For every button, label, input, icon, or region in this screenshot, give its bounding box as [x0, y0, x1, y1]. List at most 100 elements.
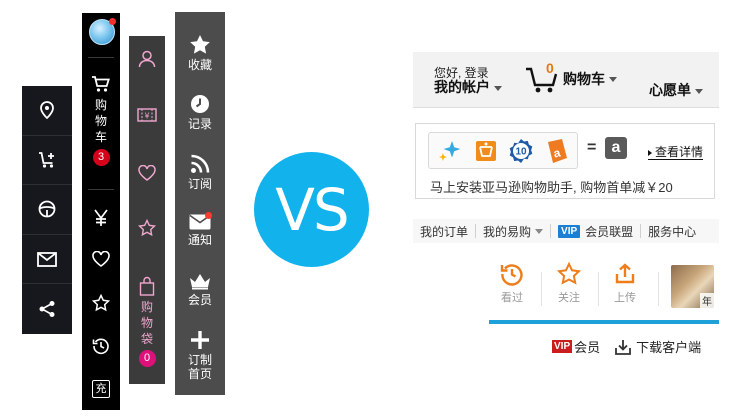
follow-button[interactable]: 关注 — [547, 262, 591, 305]
sidebar-bag-button[interactable]: 购 物 袋 0 — [129, 276, 165, 367]
records-button[interactable]: 记录 — [175, 94, 225, 131]
sidebar-cart-button[interactable]: 购 物 车 3 — [82, 75, 120, 166]
wishlist-menu[interactable]: 心愿单 — [649, 80, 703, 100]
favorite-button[interactable] — [129, 165, 165, 181]
upload-button[interactable]: 上传 — [603, 262, 647, 305]
upload-label: 上传 — [614, 292, 636, 304]
share-icon — [39, 301, 55, 318]
history-icon — [92, 338, 109, 355]
location-button[interactable] — [22, 86, 72, 136]
records-label: 记录 — [187, 117, 212, 131]
vip-member-link[interactable]: VIP 会员 — [552, 337, 600, 356]
chevron-down-icon — [494, 85, 502, 91]
coupon-icon: ¥ — [137, 108, 157, 122]
icon-sidebar-dark — [22, 86, 72, 334]
nav-item-member-alliance[interactable]: VIP 会员联盟 — [551, 224, 642, 239]
customize-label-line: 订制 — [187, 353, 212, 367]
membership-label: 会员 — [187, 293, 212, 307]
amazon-header: 您好, 登录 我的帐户 0 购物车 心愿单 — [413, 52, 719, 108]
nav-item-label: 服务中心 — [648, 224, 697, 239]
nav-item-service-center[interactable]: 服务中心 — [641, 224, 703, 239]
viewed-button[interactable]: 看过 — [490, 262, 534, 305]
message-button[interactable] — [22, 235, 72, 285]
customize-label-line: 首页 — [187, 367, 212, 381]
subscribe-button[interactable]: 订阅 — [175, 154, 225, 191]
view-details-link[interactable]: 查看详情 — [648, 146, 704, 160]
sparkle-icon — [439, 140, 461, 161]
vip-badge: VIP — [558, 224, 581, 238]
divider — [88, 57, 114, 58]
history-icon — [500, 264, 523, 286]
currency-button[interactable] — [82, 209, 120, 227]
location-pin-icon — [40, 101, 54, 120]
cart-label: 购物车 — [563, 71, 605, 87]
steering-button[interactable] — [22, 185, 72, 235]
user-avatar-button[interactable] — [89, 18, 116, 45]
star-button[interactable] — [82, 294, 120, 312]
subscribe-label: 订阅 — [187, 177, 212, 191]
share-button[interactable] — [22, 284, 72, 334]
user-button[interactable] — [129, 50, 165, 68]
favorite-button[interactable] — [82, 251, 120, 267]
membership-button[interactable]: 会员 — [175, 272, 225, 307]
divider — [88, 189, 114, 190]
amazon-logo: a — [605, 137, 627, 159]
chevron-down-icon — [609, 76, 617, 82]
vip-member-label: 会员 — [574, 340, 601, 355]
bag-label: 购 物 袋 — [141, 299, 153, 347]
cart-sidebar-black: 购 物 车 3 充 — [82, 13, 120, 410]
price-tag-icon: a — [548, 138, 567, 163]
gift-box-icon — [476, 140, 496, 161]
nav-item-my-orders[interactable]: 我的订单 — [413, 224, 477, 239]
rss-icon — [191, 154, 210, 173]
nav-item-label: 我的易购 — [483, 224, 532, 239]
cart-label-char: 物 — [94, 114, 107, 128]
user-photo[interactable]: 年 — [671, 265, 714, 308]
recharge-label: 充 — [92, 380, 110, 398]
cart-label-char: 购 — [94, 98, 107, 112]
notification-dot — [205, 212, 212, 219]
ten-badge-label: 10 — [515, 146, 527, 157]
amazon-cart-button[interactable]: 0 购物车 — [525, 60, 617, 94]
notifications-button[interactable]: 通知 — [175, 212, 225, 247]
cart-count: 0 — [546, 60, 554, 76]
divider — [598, 272, 599, 306]
svg-text:¥: ¥ — [144, 112, 149, 121]
bag-label-char: 袋 — [140, 332, 153, 346]
history-button[interactable] — [82, 337, 120, 355]
viewed-label: 看过 — [501, 292, 523, 304]
account-menu[interactable]: 您好, 登录 我的帐户 — [434, 67, 502, 95]
play-arrow-icon — [648, 149, 652, 156]
recharge-button[interactable]: 充 — [82, 380, 120, 398]
sign-in-greeting: 您好, 登录 — [434, 66, 489, 80]
clock-icon — [191, 95, 209, 113]
crown-icon — [190, 274, 210, 290]
follow-label: 关注 — [558, 292, 580, 304]
add-to-cart-button[interactable] — [22, 136, 72, 186]
equals-sign: = — [587, 139, 597, 156]
star-button[interactable] — [129, 219, 165, 237]
chevron-down-icon — [695, 88, 703, 94]
star-outline-icon — [138, 219, 156, 237]
divider — [658, 272, 659, 306]
bag-label-char: 物 — [140, 316, 153, 330]
envelope-icon — [37, 251, 57, 267]
cart-icon — [92, 76, 110, 92]
cart-label: 购 物 车 — [95, 97, 107, 145]
nav-item-my-yigou[interactable]: 我的易购 — [476, 224, 552, 239]
download-client-link[interactable]: 下载客户端 — [614, 337, 701, 356]
account-nav: 我的订单 我的易购 VIP 会员联盟 服务中心 — [413, 219, 719, 243]
star-icon — [190, 35, 210, 54]
customize-homepage-label: 订制 首页 — [188, 353, 212, 381]
favorites-button[interactable]: 收藏 — [175, 34, 225, 72]
cart-label-char: 车 — [94, 130, 107, 144]
star-outline-icon — [92, 294, 110, 312]
shopping-bag-icon — [139, 276, 155, 296]
coupon-button[interactable]: ¥ — [129, 108, 165, 122]
customize-homepage-button[interactable]: 订制 首页 — [175, 330, 225, 381]
account-label: 我的帐户 — [434, 79, 490, 95]
bag-sidebar-grey: ¥ 购 物 袋 0 — [129, 36, 165, 384]
heart-outline-icon — [92, 251, 110, 267]
favorites-label: 收藏 — [187, 58, 212, 72]
star-outline-icon — [557, 262, 581, 285]
